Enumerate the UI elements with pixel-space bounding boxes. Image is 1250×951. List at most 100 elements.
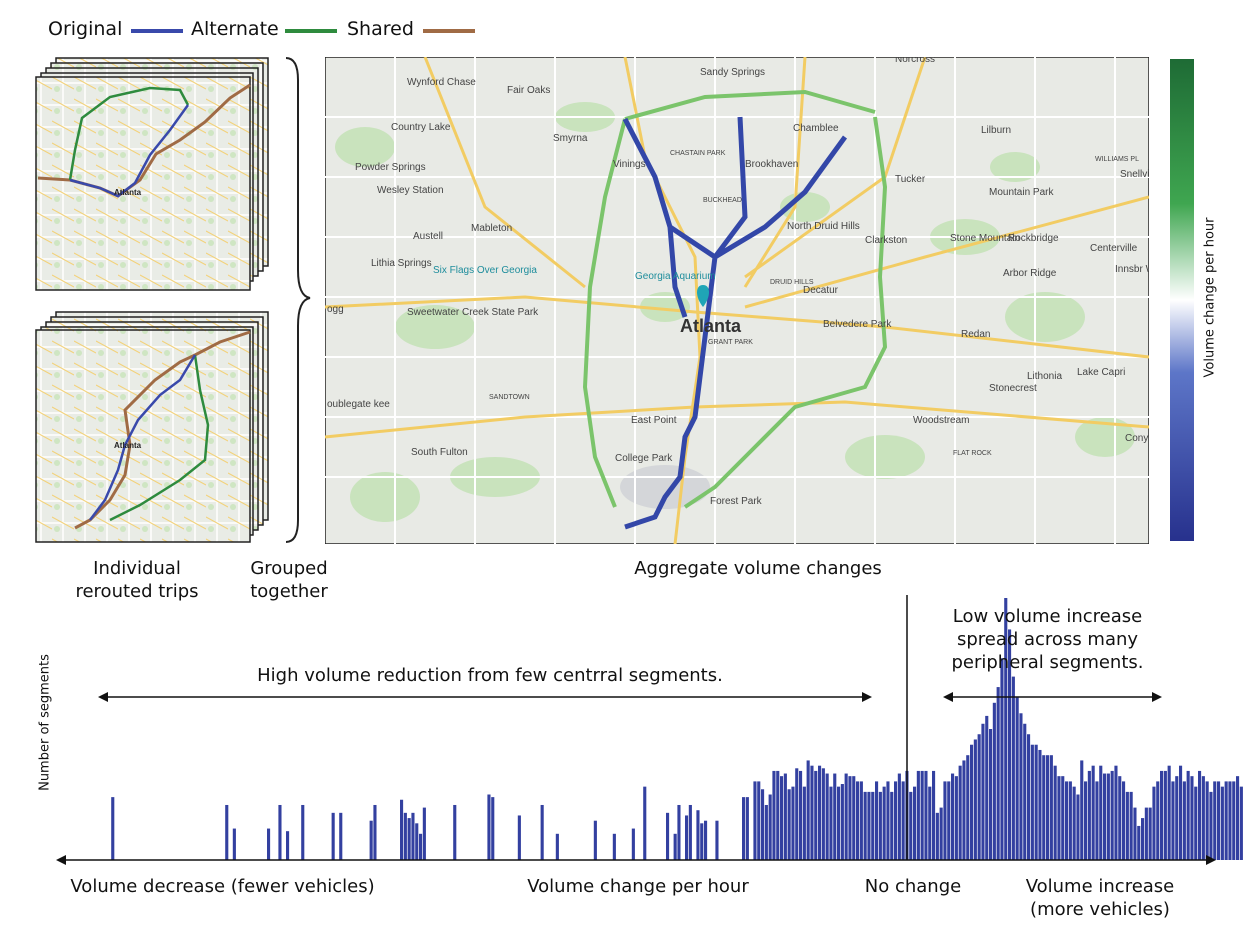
svg-text:Six Flags Over Georgia: Six Flags Over Georgia [433,265,537,276]
histogram-bar [1019,713,1023,860]
histogram-bar [1213,781,1217,860]
svg-text:Sandy Springs: Sandy Springs [700,67,765,78]
svg-text:WILLIAMS PL: WILLIAMS PL [1095,156,1139,163]
histogram-bar [1015,697,1019,860]
histogram-bar [954,776,958,860]
map-city-label: Atlanta [680,316,742,336]
histogram-bar [840,784,844,860]
histogram-bar [966,755,970,860]
svg-text:Innsbr Wes: Innsbr Wes [1115,264,1149,275]
svg-text:Redan: Redan [961,329,990,340]
histogram-bar [685,815,689,860]
histogram-bar [856,781,860,860]
histogram-bar [286,831,290,860]
histogram-bar [339,812,343,860]
svg-text:FLAT ROCK: FLAT ROCK [953,450,992,457]
annotation-increase-text: Low volume increase spread across many p… [951,606,1144,673]
histogram-bar [232,828,236,860]
svg-text:Mountain Park: Mountain Park [989,187,1054,198]
histogram-bar [1129,791,1133,860]
histogram-bar [875,781,879,860]
svg-text:Tucker: Tucker [895,174,926,185]
histogram-bar [1137,825,1141,860]
histogram-bar [1182,781,1186,860]
histogram-bar [996,687,1000,860]
histogram-bar [890,791,894,860]
histogram-bar [867,791,871,860]
svg-text:Sweetwater Creek State Park: Sweetwater Creek State Park [407,307,539,318]
histogram-bar [1106,773,1110,860]
histogram-bar [753,781,757,860]
histogram-bar [1038,749,1042,860]
histogram-bar [267,828,271,860]
histogram-bar [901,781,905,860]
svg-text:CHASTAIN PARK: CHASTAIN PARK [670,150,726,157]
histogram-bar [833,773,837,860]
histogram-bar [935,812,939,860]
histogram-bar [818,765,822,860]
histogram-bar [1042,755,1046,860]
histogram-bar [419,833,423,860]
svg-text:ogg: ogg [327,304,344,315]
histogram-bar [920,770,924,860]
histogram-bar [1125,791,1129,860]
histogram-bar [555,833,559,860]
histogram-bar [761,789,765,860]
histogram-bar [992,702,996,860]
histogram-bar [1103,773,1107,860]
histogram-bar [909,791,913,860]
histogram-bar [415,823,419,860]
histogram-bar [643,786,647,860]
histogram-bar [977,734,981,860]
svg-text:Smyrna: Smyrna [553,133,588,144]
histogram-bar [225,804,229,860]
histogram-bar [791,786,795,860]
histogram-bar [1023,723,1027,860]
svg-text:Clarkston: Clarkston [865,235,907,246]
histogram-bar [1144,807,1148,860]
histogram-bar [1091,765,1095,860]
thumbnail-stack-1: Atlanta [35,57,269,291]
histogram-bar [1087,770,1091,860]
histogram-bar [1053,765,1057,860]
histogram-bar [111,797,115,860]
thumb-city-label-2: Atlanta [114,441,142,450]
histogram-bar [958,765,962,860]
svg-text:North Druid Hills: North Druid Hills [787,221,860,232]
histogram-bar [780,776,784,860]
histogram-bar [947,781,951,860]
histogram-bar [1133,807,1137,860]
histogram-bar [1011,676,1015,860]
histogram-bar [776,770,780,860]
histogram-bar [742,797,746,860]
histogram-bar [1209,791,1213,860]
histogram-bar [1220,786,1224,860]
grouping-brace [285,57,311,543]
svg-text:College Park: College Park [615,453,673,464]
histogram-bar [962,760,966,860]
svg-text:Mableton: Mableton [471,223,512,234]
histogram-bar [400,799,404,860]
histogram-bar [1084,781,1088,860]
histogram-bar [878,791,882,860]
histogram-bar [1198,770,1202,860]
histogram-bar [373,804,377,860]
svg-text:Conye: Conye [1125,433,1149,444]
svg-text:Powder Springs: Powder Springs [355,162,426,173]
histogram-bar [1194,786,1198,860]
histogram-bar [369,820,373,860]
histogram-bar [1099,765,1103,860]
histogram-bar [783,773,787,860]
histogram-bar [1224,781,1228,860]
histogram-bar [1167,765,1171,860]
histogram-bar [772,770,776,860]
histogram-bar [1232,781,1236,860]
svg-text:Austell: Austell [413,231,443,242]
histogram-bar [677,804,681,860]
histogram-bar [981,723,985,860]
svg-text:Decatur: Decatur [803,285,839,296]
svg-text:East Point: East Point [631,415,677,426]
histogram-bar [795,768,799,860]
histogram-bar [939,807,943,860]
histogram-bar [848,776,852,860]
